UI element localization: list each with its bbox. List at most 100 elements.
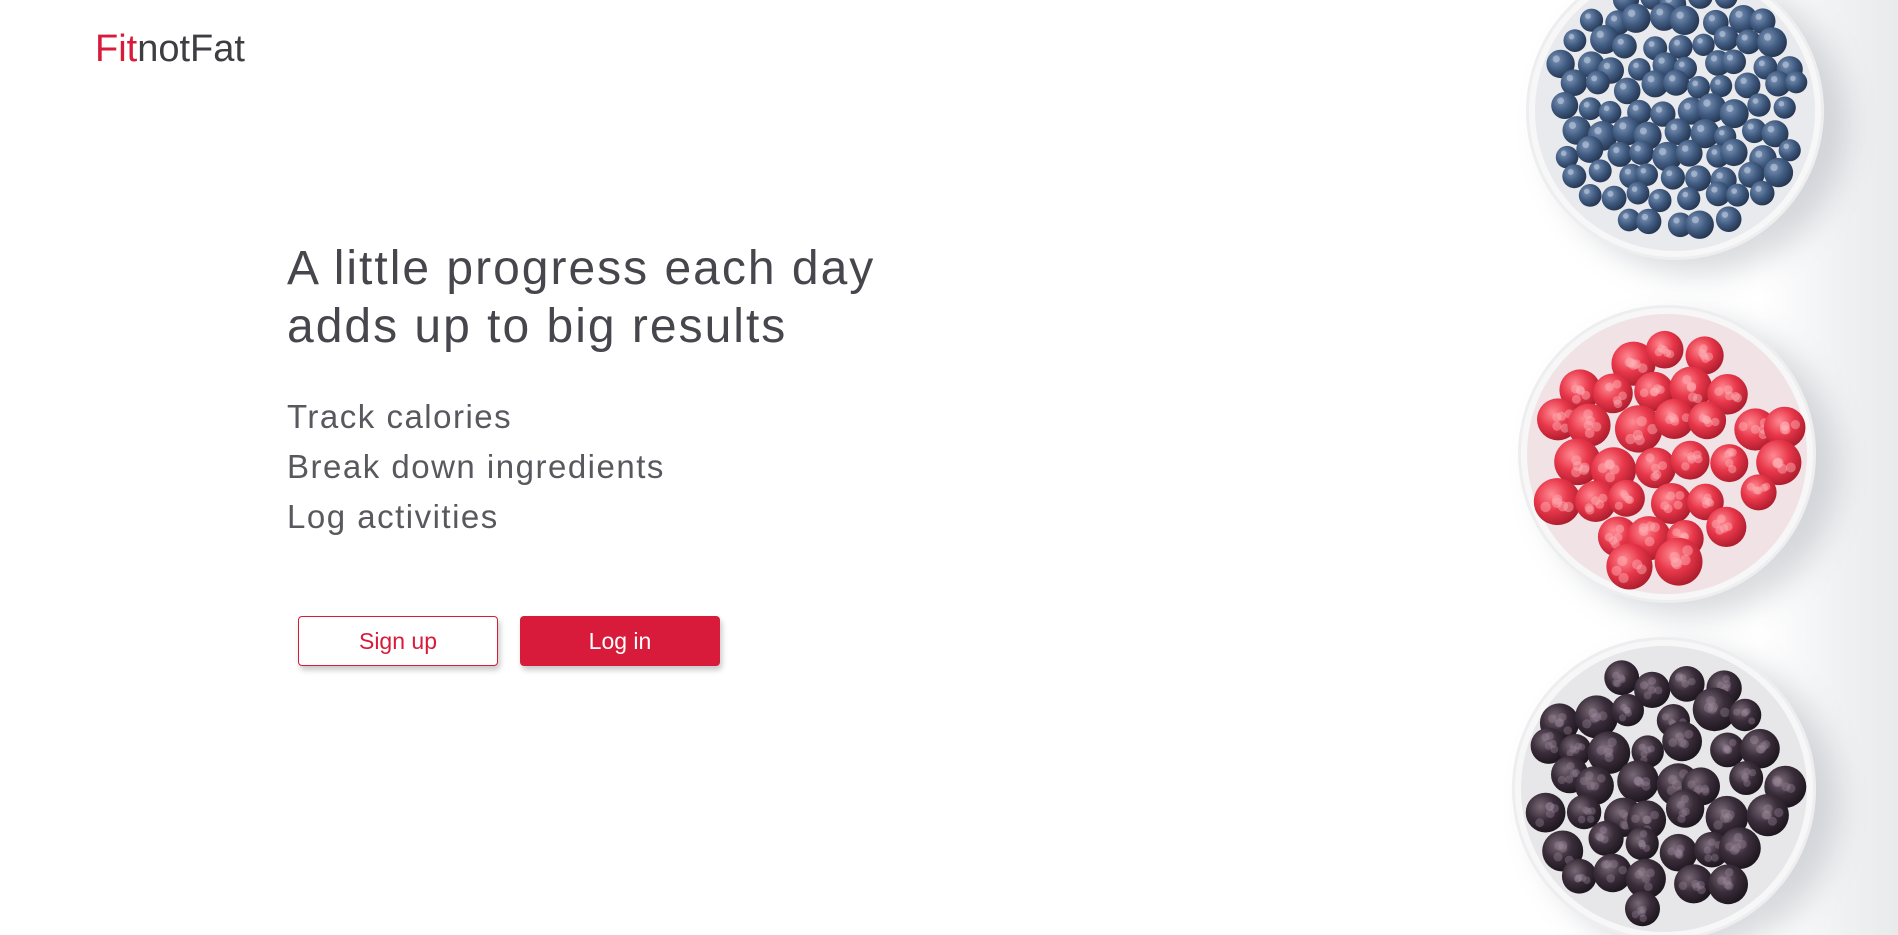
blueberry-highlight xyxy=(1591,75,1598,82)
blueberry-berry xyxy=(1629,140,1654,165)
raspberry-drupelet xyxy=(1604,459,1615,470)
raspberry-drupelet xyxy=(1711,417,1720,427)
raspberry-drupelet xyxy=(1605,382,1614,392)
blueberry-highlight xyxy=(1783,143,1790,150)
raspberry-drupelet xyxy=(1637,363,1648,373)
blackberries-graphic xyxy=(1521,646,1807,932)
blueberry-berry xyxy=(1726,183,1750,207)
blueberry-highlight xyxy=(1560,150,1567,157)
blueberry-highlight xyxy=(1648,41,1655,47)
blueberry-highlight xyxy=(1741,34,1748,41)
raspberry-drupelet xyxy=(1618,391,1627,401)
blueberry-highlight xyxy=(1557,97,1565,105)
blueberry-berry xyxy=(1785,71,1808,94)
blueberry-highlight xyxy=(1715,79,1721,85)
blueberry-highlight xyxy=(1735,10,1743,18)
raspberry-drupelet xyxy=(1772,458,1783,469)
blackberry-drupelet xyxy=(1589,713,1600,723)
raspberry-drupelet xyxy=(1714,387,1724,396)
raspberry-drupelet xyxy=(1750,424,1760,434)
feature-item-break-down-ingredients: Break down ingredients xyxy=(287,448,665,485)
raspberry-drupelet xyxy=(1632,559,1643,570)
blackberry-drupelet xyxy=(1598,711,1608,721)
raspberry-drupelet xyxy=(1692,393,1703,404)
blueberry-highlight xyxy=(1583,56,1591,64)
blueberry-highlight xyxy=(1666,170,1673,177)
blueberry-highlight xyxy=(1719,129,1725,136)
blackberry-drupelet xyxy=(1604,744,1614,755)
blackberry-drupelet xyxy=(1639,830,1648,838)
raspberry-drupelet xyxy=(1552,494,1563,505)
headline-line-2: adds up to big results xyxy=(287,300,788,353)
blackberry-drupelet xyxy=(1675,672,1684,681)
blackberry-drupelet xyxy=(1680,739,1689,749)
blackberry-drupelet xyxy=(1545,809,1555,818)
blueberry-highlight xyxy=(1640,168,1647,174)
blueberry-highlight xyxy=(1752,98,1759,104)
raspberry-drupelet xyxy=(1552,421,1562,431)
blueberry-berry xyxy=(1588,159,1612,183)
blackberry-drupelet xyxy=(1722,876,1732,886)
blueberry-berry xyxy=(1578,97,1602,121)
blueberry-highlight xyxy=(1731,188,1738,195)
blueberry-highlight xyxy=(1639,127,1647,135)
blueberry-highlight xyxy=(1627,9,1636,17)
blackberry-drupelet xyxy=(1680,794,1689,804)
blueberry-highlight xyxy=(1607,190,1614,197)
blackberry-drupelet xyxy=(1724,746,1733,755)
blueberry-berry xyxy=(1607,141,1633,167)
blueberry-berry xyxy=(1715,206,1742,232)
login-button[interactable]: Log in xyxy=(520,616,720,666)
blackberry-drupelet xyxy=(1713,820,1723,830)
blackberry-drupelet xyxy=(1774,808,1784,818)
raspberry-drupelet xyxy=(1701,415,1711,424)
blueberry-highlight xyxy=(1726,144,1734,152)
blueberry-berry xyxy=(1601,185,1627,211)
blackberry-drupelet xyxy=(1675,732,1685,742)
blueberry-highlight xyxy=(1633,62,1639,69)
blackberry-drupelet xyxy=(1563,726,1573,735)
blackberries-bowl-image xyxy=(1512,637,1816,935)
brand-logo[interactable]: FitnotFat xyxy=(95,24,245,74)
blackberry-drupelet xyxy=(1703,846,1712,854)
blueberry-highlight xyxy=(1726,104,1734,113)
blueberry-highlight xyxy=(1726,54,1734,61)
blackberry-drupelet xyxy=(1722,675,1730,683)
blueberry-highlight xyxy=(1603,105,1610,112)
blackberry-drupelet xyxy=(1619,820,1629,829)
blackberry-drupelet xyxy=(1638,743,1646,751)
raspberry-drupelet xyxy=(1675,490,1685,500)
raspberry-drupelet xyxy=(1584,428,1595,438)
blackberry-drupelet xyxy=(1545,731,1554,740)
raspberry-drupelet xyxy=(1636,416,1647,427)
blueberry-highlight xyxy=(1708,15,1716,22)
blackberry-drupelet xyxy=(1667,847,1676,856)
raspberry-drupelet xyxy=(1617,556,1628,567)
raspberry-drupelet xyxy=(1654,348,1663,357)
blackberry-drupelet xyxy=(1786,783,1796,793)
blueberry-highlight xyxy=(1613,146,1620,154)
signup-button[interactable]: Sign up xyxy=(298,616,498,666)
raspberry-drupelet xyxy=(1670,557,1681,568)
blueberry-highlight xyxy=(1697,124,1705,133)
raspberry-drupelet xyxy=(1687,455,1696,464)
blueberry-berry xyxy=(1720,138,1748,167)
blackberry-drupelet xyxy=(1634,870,1644,879)
raspberry-drupelet xyxy=(1762,482,1771,491)
blueberry-highlight xyxy=(1674,39,1680,46)
raspberry-drupelet xyxy=(1682,545,1693,556)
blackberry-drupelet xyxy=(1761,810,1771,820)
blueberry-berry xyxy=(1749,180,1775,206)
blackberry-drupelet xyxy=(1648,677,1657,686)
headline-line-1: A little progress each day xyxy=(287,242,876,295)
blueberry-highlight xyxy=(1603,62,1611,70)
blueberry-highlight xyxy=(1670,123,1678,131)
blackberry-drupelet xyxy=(1691,879,1700,889)
blueberry-highlight xyxy=(1619,122,1627,130)
blackberry-drupelet xyxy=(1646,868,1655,878)
blackberry-drupelet xyxy=(1617,673,1625,682)
blueberry-highlight xyxy=(1610,15,1618,22)
blueberry-highlight xyxy=(1669,75,1676,82)
raspberry-drupelet xyxy=(1584,503,1594,513)
blueberry-highlight xyxy=(1755,13,1762,20)
